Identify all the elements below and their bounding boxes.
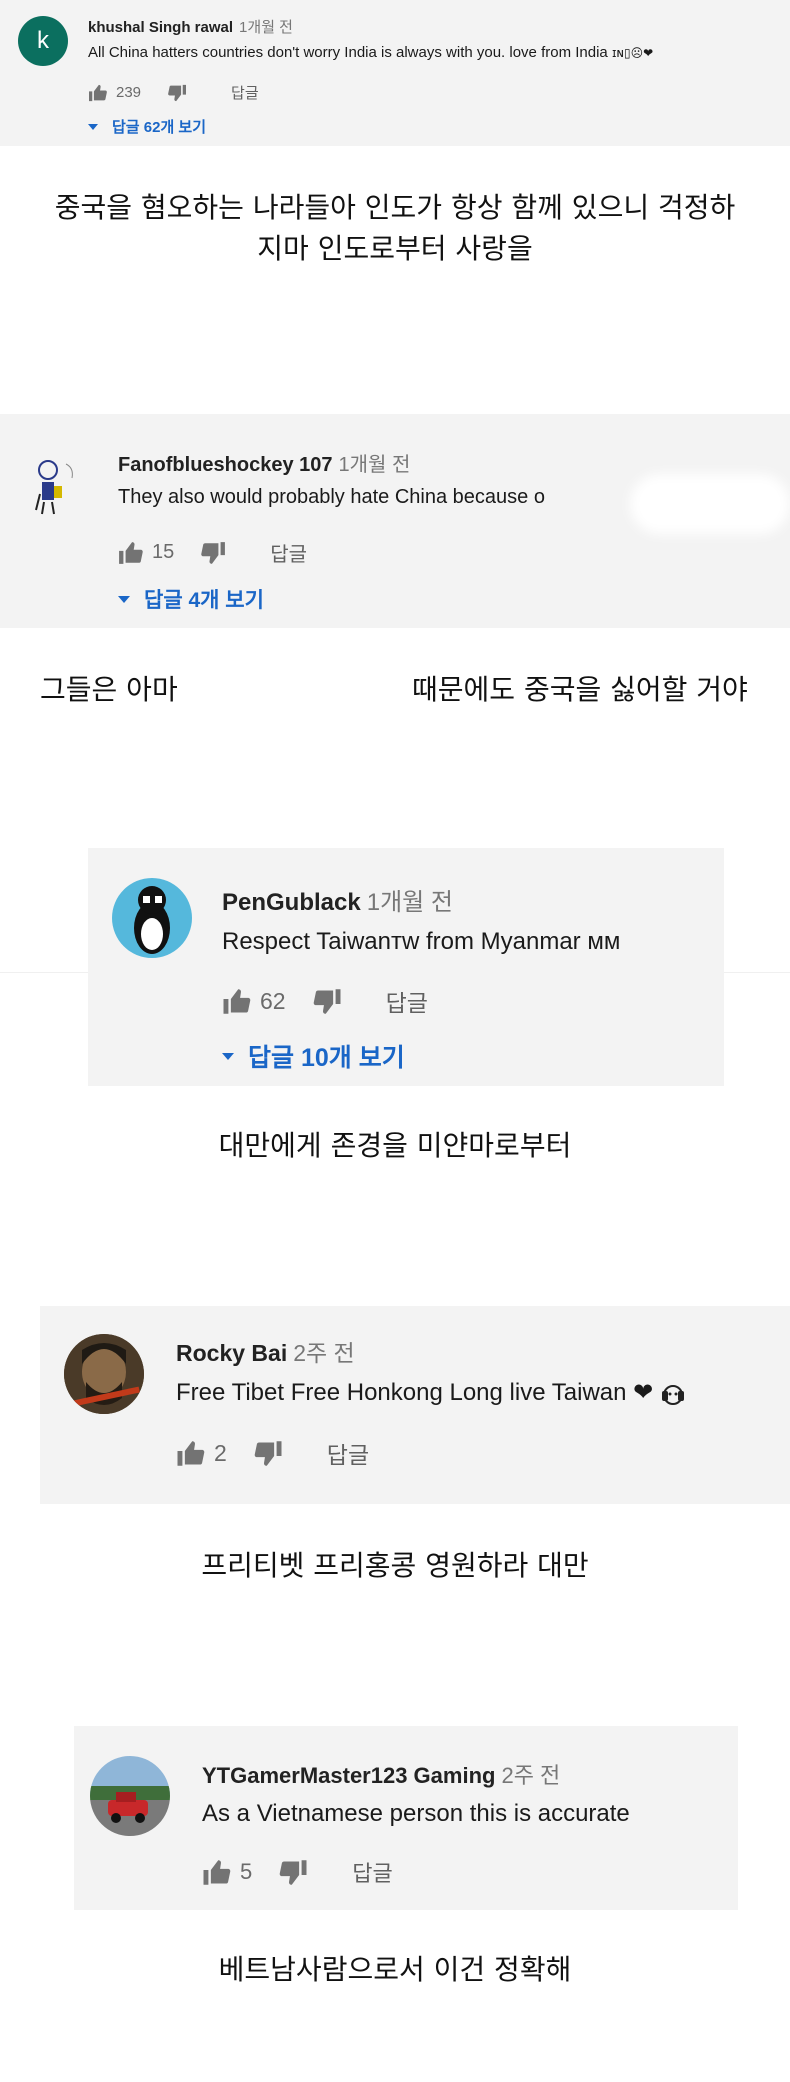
comment-text: All China hatters countries don't worry … bbox=[88, 44, 654, 61]
comment-author[interactable]: PenGublack 1개월 전 bbox=[222, 882, 453, 917]
thumbs-down-icon[interactable] bbox=[253, 1440, 283, 1467]
comment-text: Respect Taiwanᴛᴡ from Myanmar ᴍᴍ bbox=[222, 928, 621, 955]
translation-1: 중국을 혐오하는 나라들아 인도가 항상 함께 있으니 걱정하 지마 인도로부터… bbox=[0, 188, 790, 269]
translation-line: 지마 인도로부터 사랑을 bbox=[257, 231, 533, 265]
view-replies-button[interactable]: 답글 10개 보기 bbox=[222, 1038, 405, 1074]
reply-button[interactable]: 답글 bbox=[231, 82, 259, 103]
avatar-drawing[interactable] bbox=[28, 454, 94, 520]
reply-button[interactable]: 답글 bbox=[327, 1436, 369, 1470]
thumbs-up-icon[interactable] bbox=[88, 84, 108, 102]
comment-card-2: Fanofblueshockey 107 1개월 전 They also woul… bbox=[0, 414, 790, 628]
thumbs-down-icon[interactable] bbox=[278, 1859, 308, 1886]
comment-time[interactable]: 2주 전 bbox=[501, 1763, 560, 1788]
translation-left: 그들은 아마 bbox=[40, 673, 178, 706]
comment-text: They also would probably hate China beca… bbox=[118, 486, 545, 508]
caret-down-icon bbox=[222, 1052, 234, 1060]
reply-button[interactable]: 답글 bbox=[270, 538, 307, 567]
caret-down-icon bbox=[88, 123, 98, 130]
avatar-car[interactable] bbox=[90, 1756, 170, 1836]
view-replies-button[interactable]: 답글 4개 보기 bbox=[118, 584, 264, 614]
comment-card-4: Rocky Bai 2주 전 Free Tibet Free Honkong Lo… bbox=[40, 1306, 790, 1504]
comment-time[interactable]: 1개월 전 bbox=[339, 454, 411, 476]
reply-button[interactable]: 답글 bbox=[386, 984, 428, 1018]
like-count: 15 bbox=[152, 541, 175, 563]
thumbs-down-icon[interactable] bbox=[312, 988, 342, 1015]
like-count: 2 bbox=[214, 1439, 227, 1466]
redaction-blur bbox=[200, 674, 400, 710]
comment-author[interactable]: YTGamerMaster123 Gaming 2주 전 bbox=[202, 1758, 560, 1790]
comment-actions: 2 답글 bbox=[176, 1436, 369, 1470]
avatar-photo[interactable] bbox=[64, 1334, 144, 1414]
avatar-letter: k bbox=[37, 27, 49, 54]
like-count: 62 bbox=[260, 987, 286, 1014]
translation-4: 프리티벳 프리홍콩 영원하라 대만 bbox=[201, 1549, 589, 1582]
comment-time[interactable]: 1개월 전 bbox=[239, 19, 293, 36]
avatar-k[interactable]: k bbox=[18, 16, 68, 66]
thumbs-up-icon[interactable] bbox=[222, 988, 252, 1015]
thumbs-up-icon[interactable] bbox=[176, 1440, 206, 1467]
comment-card-5: YTGamerMaster123 Gaming 2주 전 As a Vietnam… bbox=[74, 1726, 738, 1910]
thumbs-up-icon[interactable] bbox=[202, 1859, 232, 1886]
thumbs-down-icon[interactable] bbox=[167, 84, 187, 102]
translation-right: 때문에도 중국을 싫어할 거야 bbox=[412, 673, 748, 706]
like-count: 5 bbox=[240, 1859, 253, 1884]
comment-actions: 239 답글 bbox=[88, 82, 259, 103]
redaction-blur bbox=[630, 474, 790, 534]
view-replies-button[interactable]: 답글 62개 보기 bbox=[88, 116, 206, 137]
reply-button[interactable]: 답글 bbox=[352, 1856, 392, 1888]
translation-line: 중국을 혐오하는 나라들아 인도가 항상 함께 있으니 걱정하 bbox=[54, 191, 736, 224]
comment-actions: 62 답글 bbox=[222, 984, 428, 1018]
caret-down-icon bbox=[118, 595, 130, 603]
comment-time[interactable]: 1개월 전 bbox=[367, 889, 453, 916]
translation-5: 베트남사람으로서 이건 정확해 bbox=[218, 1953, 572, 1986]
comment-author[interactable]: khushal Singh rawal 1개월 전 bbox=[88, 16, 293, 37]
comment-card-3: PenGublack 1개월 전 Respect Taiwanᴛᴡ from My… bbox=[88, 848, 724, 1086]
comment-card-1: k khushal Singh rawal 1개월 전 All China hat… bbox=[0, 0, 790, 146]
thumbs-up-icon[interactable] bbox=[118, 541, 144, 565]
comment-author[interactable]: Fanofblueshockey 107 1개월 전 bbox=[118, 448, 410, 477]
avatar-penguin[interactable] bbox=[112, 878, 192, 958]
translation-3: 대만에게 존경을 미얀마로부터 bbox=[218, 1129, 572, 1162]
comment-emoji-tail: ɪɴ▯☹❤ bbox=[611, 46, 654, 60]
like-count: 239 bbox=[116, 84, 142, 101]
hear-no-evil-icon bbox=[660, 1381, 686, 1407]
comment-author[interactable]: Rocky Bai 2주 전 bbox=[176, 1334, 355, 1368]
comment-actions: 5 답글 bbox=[202, 1856, 393, 1888]
comment-text: Free Tibet Free Honkong Long live Taiwan… bbox=[176, 1378, 686, 1407]
comment-actions: 15 답글 bbox=[118, 538, 307, 567]
thumbs-down-icon[interactable] bbox=[200, 541, 226, 565]
comment-text: As a Vietnamese person this is accurate bbox=[202, 1800, 630, 1827]
comment-time[interactable]: 2주 전 bbox=[293, 1340, 355, 1366]
